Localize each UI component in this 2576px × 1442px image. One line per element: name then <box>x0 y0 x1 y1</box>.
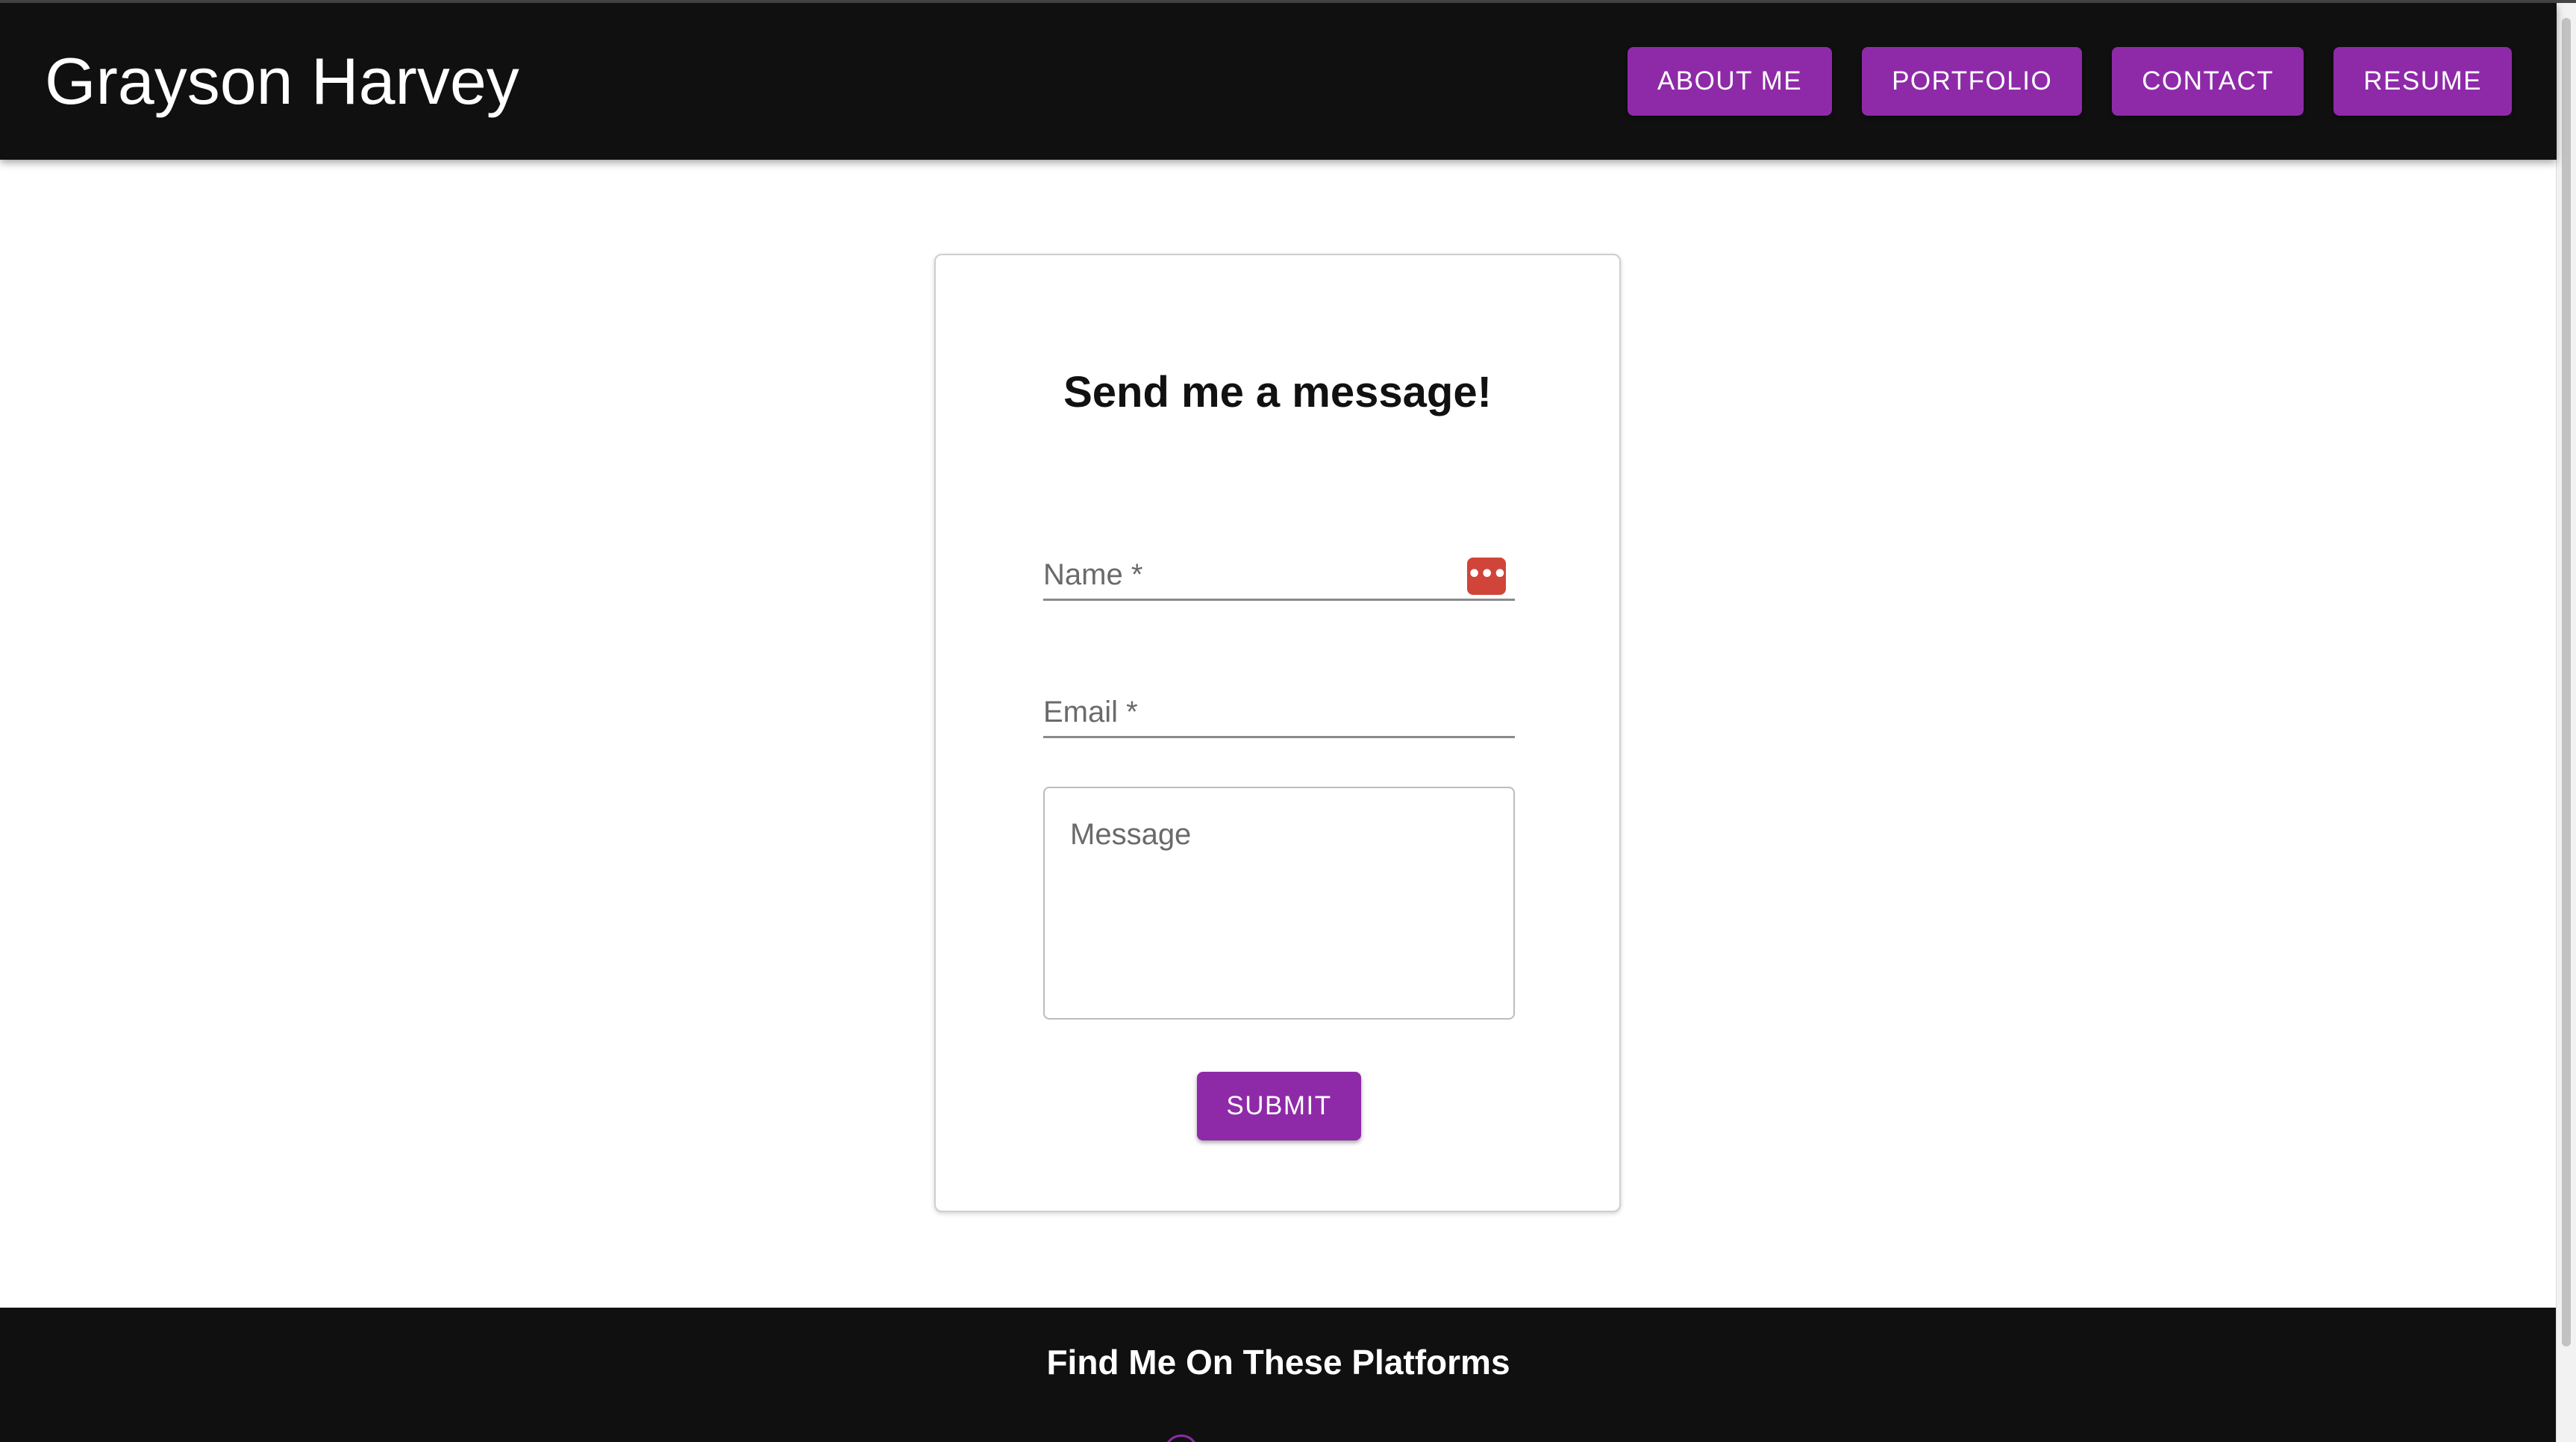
password-manager-icon[interactable]: •••| <box>1467 558 1513 595</box>
scrollbar-thumb[interactable] <box>2562 18 2571 1346</box>
email-field[interactable]: Email * <box>1043 679 1518 738</box>
form-title: Send me a message! <box>1063 368 1492 416</box>
nav-contact-button[interactable]: CONTACT <box>2112 47 2304 116</box>
footer-title: Find Me On These Platforms <box>1046 1343 1510 1382</box>
message-textarea[interactable]: Message <box>1043 787 1515 1020</box>
site-footer: Find Me On These Platforms <box>0 1308 2557 1442</box>
name-input[interactable] <box>1043 542 1518 600</box>
site-brand[interactable]: Grayson Harvey <box>45 40 519 122</box>
message-placeholder: Message <box>1070 818 1192 851</box>
site-header: Grayson Harvey ABOUT ME PORTFOLIO CONTAC… <box>0 3 2557 160</box>
page-scrollbar[interactable] <box>2556 3 2576 1442</box>
contact-form-card: Send me a message! Name * •••| Email * M… <box>934 254 1621 1212</box>
platform-link-icon[interactable] <box>1164 1435 1198 1442</box>
nav-about-me-button[interactable]: ABOUT ME <box>1627 47 1833 116</box>
email-input[interactable] <box>1043 679 1518 737</box>
nav-portfolio-button[interactable]: PORTFOLIO <box>1862 47 2083 116</box>
page: Grayson Harvey ABOUT ME PORTFOLIO CONTAC… <box>0 0 2576 1442</box>
nav-bar: ABOUT ME PORTFOLIO CONTACT RESUME <box>1627 47 2512 116</box>
nav-resume-button[interactable]: RESUME <box>2333 47 2512 116</box>
submit-button[interactable]: SUBMIT <box>1197 1072 1361 1140</box>
name-field[interactable]: Name * •••| <box>1043 542 1518 601</box>
